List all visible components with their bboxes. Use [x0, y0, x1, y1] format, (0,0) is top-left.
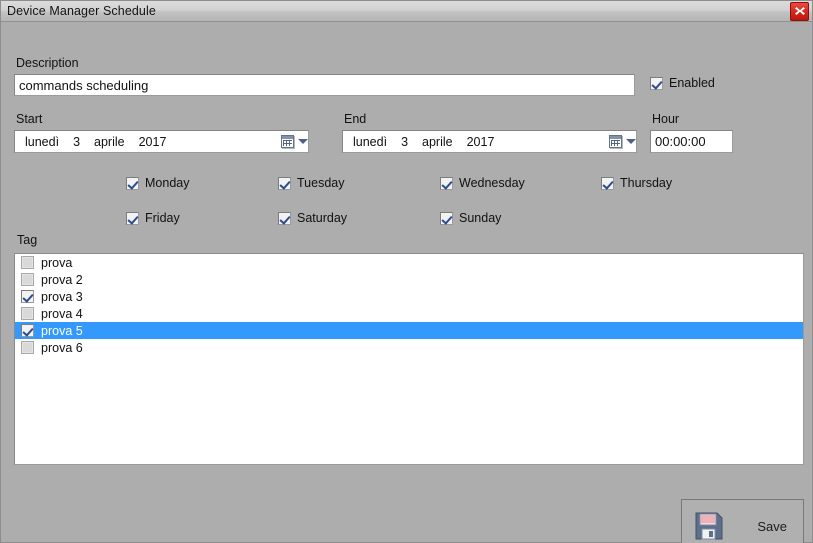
day-label: Sunday [459, 211, 502, 225]
tag-item-label: prova 5 [41, 323, 83, 338]
tag-item-label: prova [41, 255, 73, 270]
checkbox-box [650, 76, 663, 90]
start-year: 2017 [138, 134, 167, 149]
checkbox-box [126, 176, 139, 190]
end-year: 2017 [466, 134, 495, 149]
close-button[interactable] [790, 1, 809, 21]
description-label: Description [16, 56, 79, 70]
day-label: Tuesday [297, 176, 345, 190]
checkbox-box [21, 341, 34, 354]
tag-list-item[interactable]: prova 2 [15, 271, 803, 288]
day-checkbox-sunday[interactable]: Sunday [440, 211, 501, 225]
tag-list-item[interactable]: prova [15, 254, 803, 271]
enabled-label: Enabled [669, 76, 715, 90]
start-date-dropdown-button[interactable] [280, 131, 308, 152]
tag-item-label: prova 2 [41, 272, 83, 287]
window-title: Device Manager Schedule [7, 4, 156, 18]
start-date-picker[interactable]: lunedì 3 aprile 2017 [14, 130, 309, 153]
schedule-dialog-window: Device Manager Schedule Description comm… [0, 0, 813, 543]
tag-item-label: prova 3 [41, 289, 83, 304]
checkbox-box [21, 273, 34, 286]
tag-item-label: prova 4 [41, 306, 83, 321]
end-date-dropdown-button[interactable] [608, 131, 636, 152]
save-button-label: Save [757, 518, 787, 534]
enabled-checkbox[interactable]: Enabled [650, 76, 715, 90]
checkbox-box [21, 256, 34, 269]
tag-list-item[interactable]: prova 3 [15, 288, 803, 305]
checkbox-box [126, 211, 139, 225]
start-day: 3 [73, 134, 81, 149]
day-checkbox-monday[interactable]: Monday [126, 176, 189, 190]
hour-input[interactable]: 00:00:00 [650, 130, 733, 153]
chevron-down-icon [297, 139, 308, 144]
end-weekday: lunedì [353, 134, 388, 149]
checkbox-box [278, 176, 291, 190]
day-checkbox-friday[interactable]: Friday [126, 211, 180, 225]
start-label: Start [16, 112, 43, 126]
calendar-icon [608, 135, 622, 148]
tag-list-item[interactable]: prova 4 [15, 305, 803, 322]
tag-list-item[interactable]: prova 6 [15, 339, 803, 356]
description-input[interactable]: commands scheduling [14, 74, 635, 96]
close-x-icon [794, 7, 805, 15]
day-checkbox-tuesday[interactable]: Tuesday [278, 176, 344, 190]
day-label: Thursday [620, 176, 673, 190]
tag-item-label: prova 6 [41, 340, 83, 355]
end-label: End [344, 112, 367, 126]
checkbox-box [440, 176, 453, 190]
checkbox-box [278, 211, 291, 225]
checkbox-box [21, 290, 34, 303]
day-label: Monday [145, 176, 190, 190]
start-weekday: lunedì [25, 134, 60, 149]
checkbox-box [601, 176, 614, 190]
checkbox-box [21, 324, 34, 337]
save-button[interactable]: Save [681, 499, 804, 543]
day-checkbox-saturday[interactable]: Saturday [278, 211, 347, 225]
start-month: aprile [94, 134, 125, 149]
day-label: Friday [145, 211, 180, 225]
tag-label: Tag [17, 233, 38, 247]
end-date-parts: lunedì 3 aprile 2017 [343, 135, 608, 149]
checkbox-box [440, 211, 453, 225]
end-month: aprile [422, 134, 453, 149]
calendar-icon [280, 135, 294, 148]
chevron-down-icon [625, 139, 636, 144]
day-label: Saturday [297, 211, 348, 225]
floppy-disk-icon [694, 511, 724, 541]
tag-list[interactable]: prova prova 2 prova 3 prova 4 prova 5 pr… [14, 253, 804, 465]
end-date-picker[interactable]: lunedì 3 aprile 2017 [342, 130, 637, 153]
start-date-parts: lunedì 3 aprile 2017 [15, 135, 280, 149]
tag-list-item-selected[interactable]: prova 5 [15, 322, 803, 339]
day-checkbox-wednesday[interactable]: Wednesday [440, 176, 525, 190]
checkbox-box [21, 307, 34, 320]
day-checkbox-thursday[interactable]: Thursday [601, 176, 672, 190]
end-day: 3 [401, 134, 409, 149]
window-titlebar: Device Manager Schedule [1, 1, 812, 22]
day-label: Wednesday [459, 176, 525, 190]
dialog-content: Description commands scheduling Enabled … [1, 22, 812, 543]
hour-label: Hour [652, 112, 680, 126]
